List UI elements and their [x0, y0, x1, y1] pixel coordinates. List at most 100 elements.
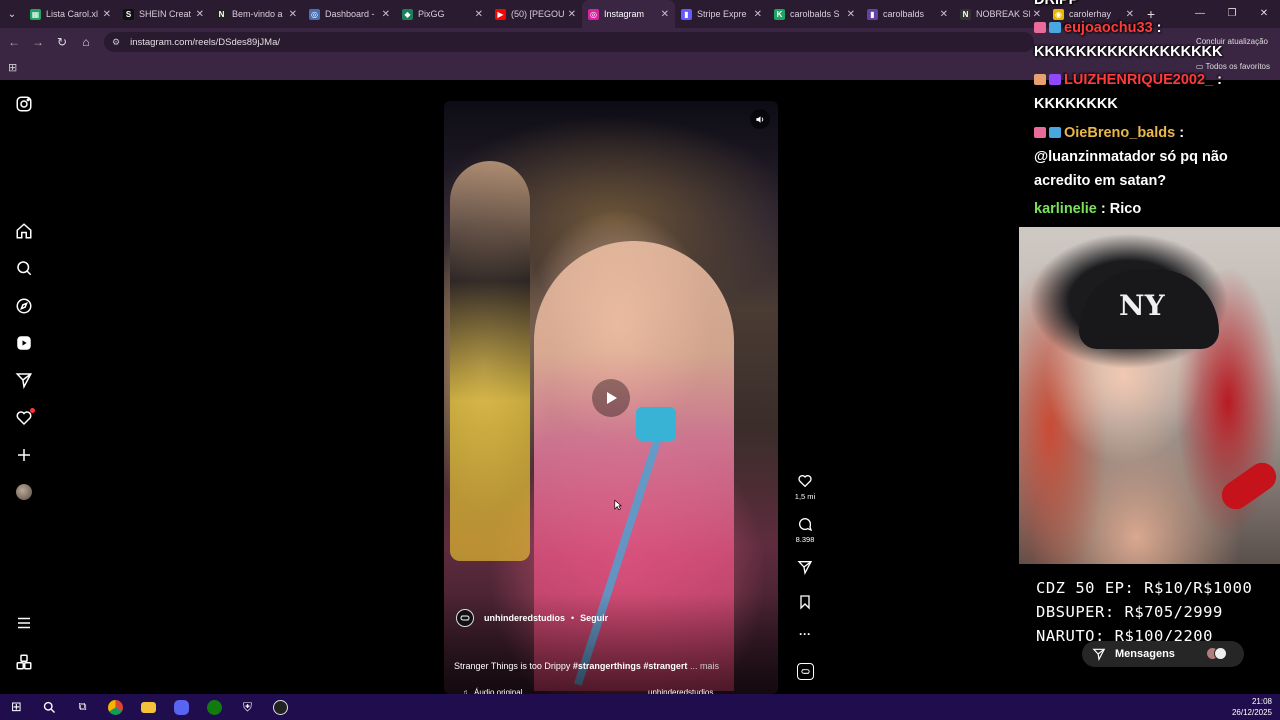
tab-close-icon[interactable]: ✕	[847, 9, 855, 20]
subscriber-badge-icon	[1034, 22, 1046, 33]
tab-close-icon[interactable]: ✕	[940, 9, 948, 20]
messages-plane-icon	[1092, 648, 1106, 661]
security-shield-icon[interactable]: ⛨	[231, 694, 264, 720]
apps-grid-icon[interactable]: ⊞	[8, 61, 17, 74]
direct-messages-icon[interactable]	[14, 370, 34, 390]
file-explorer-icon[interactable]	[132, 694, 165, 720]
chat-message: karlinelie : Rico	[1034, 197, 1141, 221]
chat-message-text: Rico	[1109, 201, 1142, 217]
comment-bubble-icon[interactable]	[797, 516, 813, 532]
clock-date: 26/12/2025	[1231, 708, 1272, 717]
reload-icon[interactable]: ↻	[50, 35, 74, 49]
also-from-meta-icon[interactable]	[14, 652, 34, 672]
explore-compass-icon[interactable]	[14, 296, 34, 316]
tab-close-icon[interactable]: ✕	[661, 9, 669, 20]
create-plus-icon[interactable]	[14, 445, 34, 465]
tab-title: Bem-vindo a	[232, 9, 283, 19]
tab-title: Dashboard -	[325, 9, 375, 19]
instagram-logo-icon[interactable]	[14, 94, 34, 114]
reel-video[interactable]	[444, 101, 778, 694]
tab-close-icon[interactable]: ✕	[382, 9, 390, 20]
messages-label: Mensagens	[1115, 648, 1175, 660]
browser-tab[interactable]: Kcarolbalds S ✕	[768, 0, 861, 28]
chat-separator: :	[1096, 201, 1110, 217]
video-watch	[636, 407, 676, 441]
tab-title: Instagram	[604, 9, 645, 19]
play-icon[interactable]	[592, 379, 630, 417]
browser-tab[interactable]: ▶ (50) [PEGOU ✕	[489, 0, 582, 28]
comment-action[interactable]: 8.398	[792, 516, 818, 544]
notifications-heart-icon[interactable]	[14, 408, 35, 428]
browser-tab[interactable]: ▦ Lista Carol.xl ✕	[24, 0, 117, 28]
tab-favicon-icon: N	[960, 8, 971, 20]
tab-close-icon[interactable]: ✕	[103, 9, 111, 20]
browser-tab[interactable]: N Bem-vindo a ✕	[210, 0, 303, 28]
chat-message-text: KKKKKKKK	[1034, 96, 1118, 112]
share-action[interactable]	[792, 559, 818, 575]
tab-favicon-icon: S	[123, 8, 134, 20]
mod-badge-icon	[1049, 22, 1061, 33]
volume-icon[interactable]	[750, 109, 770, 129]
tab-close-icon[interactable]: ✕	[289, 9, 297, 20]
clock-time: 21:08	[1251, 697, 1272, 706]
home-nav-icon[interactable]	[14, 221, 34, 241]
task-view-icon[interactable]: ⧉	[66, 694, 99, 720]
chat-message: OieBreno_balds :	[1034, 121, 1184, 145]
tab-close-icon[interactable]: ✕	[568, 9, 576, 20]
stream-chat: DRIPP eujoaochu33 : KKKKKKKKKKKKKKKKKK L…	[1030, 0, 1280, 226]
browser-tab[interactable]: ▮ carolbalds ✕	[861, 0, 954, 28]
audio-avatar-icon[interactable]	[797, 663, 814, 680]
video-person-left	[450, 161, 530, 561]
webcam-microphone	[1216, 457, 1280, 515]
tab-title: Stripe Expre	[697, 9, 747, 19]
tab-title: NOBREAK SI	[976, 9, 1030, 19]
more-options-icon[interactable]: ···	[792, 627, 818, 641]
discord-icon[interactable]	[165, 694, 198, 720]
notification-dot	[30, 408, 35, 413]
like-heart-icon[interactable]	[797, 473, 813, 489]
chrome-icon[interactable]	[99, 694, 132, 720]
chat-username: OieBreno_balds	[1064, 125, 1176, 141]
system-clock[interactable]: 21:08 26/12/2025	[1232, 696, 1272, 718]
tab-favicon-icon: ◆	[402, 8, 413, 20]
browser-tab[interactable]: ▮ Stripe Expre ✕	[675, 0, 768, 28]
chat-message: LUIZHENRIQUE2002_ :	[1034, 68, 1222, 92]
search-icon[interactable]	[33, 694, 66, 720]
tab-search-chevron-icon[interactable]: ⌄	[0, 0, 24, 28]
more-menu-icon[interactable]	[14, 613, 34, 633]
obs-icon[interactable]	[264, 694, 297, 720]
tab-close-icon[interactable]: ✕	[475, 9, 483, 20]
like-action[interactable]: 1,5 mi	[792, 473, 818, 501]
tab-title: (50) [PEGOU	[511, 9, 565, 19]
reel-footer-gradient	[444, 594, 778, 694]
back-icon[interactable]: ←	[2, 35, 26, 49]
browser-tab[interactable]: ◎ Dashboard - ✕	[303, 0, 396, 28]
site-info-icon[interactable]: ⚙	[112, 37, 120, 48]
bookmark-icon[interactable]	[797, 594, 813, 610]
tab-favicon-icon: ▮	[867, 8, 878, 20]
chat-username: LUIZHENRIQUE2002_	[1064, 72, 1214, 88]
reels-nav-icon[interactable]	[14, 333, 34, 353]
profile-avatar[interactable]	[16, 484, 32, 500]
browser-tab[interactable]: ◎ Instagram ✕	[582, 0, 675, 28]
save-action[interactable]	[792, 594, 818, 610]
home-icon[interactable]: ⌂	[74, 35, 98, 49]
tab-close-icon[interactable]: ✕	[754, 9, 762, 20]
comment-count: 8.398	[795, 535, 815, 544]
tab-title: SHEIN Creat	[139, 9, 192, 19]
forward-icon[interactable]: →	[26, 35, 50, 49]
share-paper-plane-icon[interactable]	[797, 559, 813, 575]
windows-taskbar: ⊞ ⧉ ⛨ 21:08 26/12/2025	[0, 694, 1280, 720]
windows-start-icon[interactable]: ⊞	[0, 694, 33, 720]
xbox-icon[interactable]	[198, 694, 231, 720]
tab-close-icon[interactable]: ✕	[196, 9, 204, 20]
browser-tab[interactable]: S SHEIN Creat ✕	[117, 0, 210, 28]
webcam-feed: NY	[1019, 227, 1280, 564]
tab-title: PixGG	[418, 9, 445, 19]
browser-tab[interactable]: ◆ PixGG ✕	[396, 0, 489, 28]
tab-favicon-icon: ▦	[30, 8, 41, 20]
chat-message-text: KKKKKKKKKKKKKKKKKK	[1034, 44, 1223, 60]
messages-button[interactable]: Mensagens	[1082, 641, 1244, 667]
search-nav-icon[interactable]	[14, 258, 34, 278]
url-field[interactable]: ⚙ instagram.com/reels/DSdes89jJMa/	[104, 32, 1034, 52]
